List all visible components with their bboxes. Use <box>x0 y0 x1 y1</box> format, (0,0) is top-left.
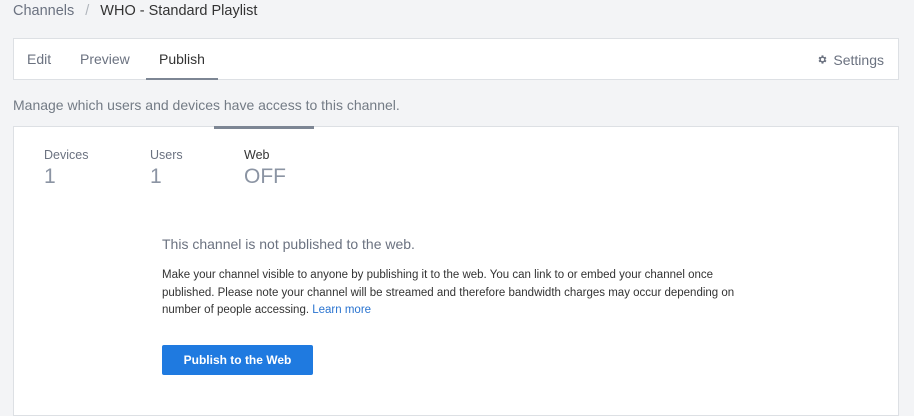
settings-button[interactable]: Settings <box>817 39 884 80</box>
gear-icon <box>818 55 827 64</box>
breadcrumb: Channels / WHO - Standard Playlist <box>13 3 257 19</box>
stat-users-value: 1 <box>150 165 162 188</box>
stat-web-label: Web <box>244 148 270 162</box>
stat-devices-value: 1 <box>44 165 56 188</box>
settings-label: Settings <box>833 51 884 68</box>
tab-publish[interactable]: Publish <box>146 39 218 80</box>
tab-bar: Edit Preview Publish Settings <box>13 38 899 80</box>
stat-devices[interactable]: Devices 1 <box>44 127 124 197</box>
web-status-body: Make your channel visible to anyone by p… <box>162 267 752 320</box>
web-status-heading: This channel is not published to the web… <box>162 236 415 252</box>
page-description: Manage which users and devices have acce… <box>13 97 400 113</box>
web-status-text: Make your channel visible to anyone by p… <box>162 269 735 316</box>
breadcrumb-separator: / <box>85 3 90 19</box>
tab-preview[interactable]: Preview <box>80 39 130 80</box>
publish-to-web-button[interactable]: Publish to the Web <box>162 345 313 375</box>
breadcrumb-channels-link[interactable]: Channels <box>13 3 74 19</box>
stat-users-label: Users <box>150 148 183 162</box>
stat-web-value: OFF <box>244 165 286 188</box>
breadcrumb-current: WHO - Standard Playlist <box>100 3 258 19</box>
stat-devices-label: Devices <box>44 148 89 162</box>
learn-more-link[interactable]: Learn more <box>312 304 371 316</box>
stat-web[interactable]: Web OFF <box>214 126 314 197</box>
access-panel: Devices 1 Users 1 Web OFF This channel i… <box>13 126 899 416</box>
tab-edit[interactable]: Edit <box>27 39 51 80</box>
